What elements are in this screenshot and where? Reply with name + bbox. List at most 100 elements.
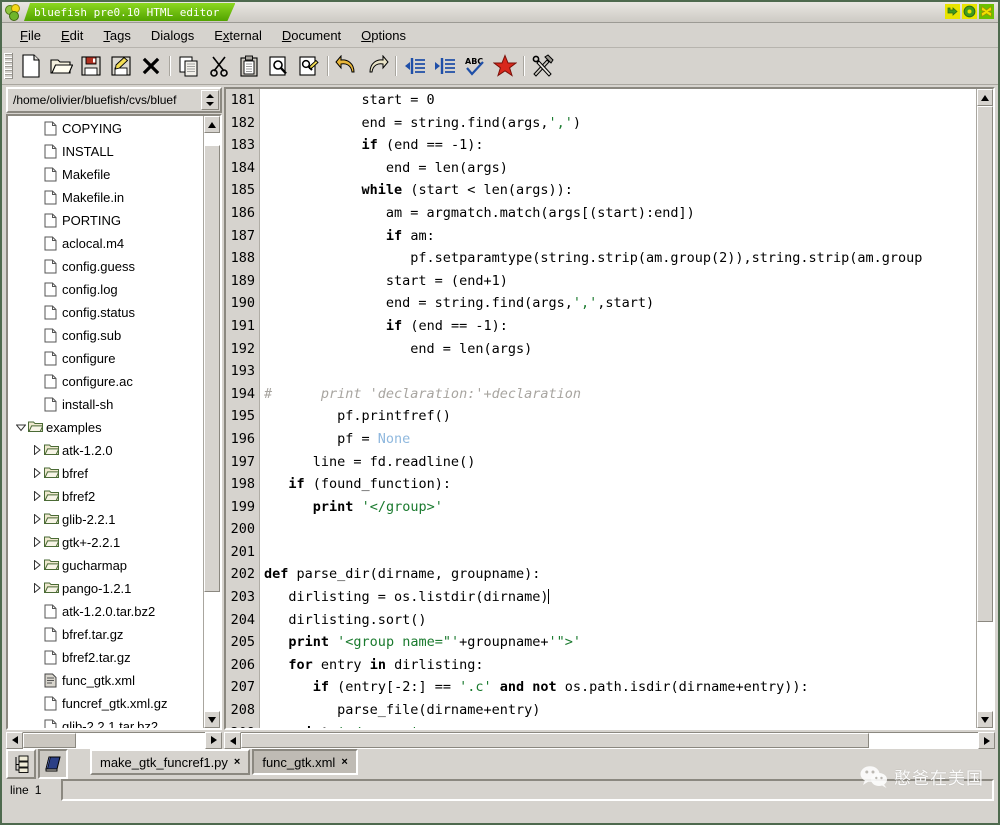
- tree-expander-closed-icon[interactable]: [30, 466, 44, 481]
- tree-item[interactable]: gtk+-2.2.1: [8, 531, 203, 554]
- tree-hscroll-thumb[interactable]: [23, 733, 76, 748]
- editor-vscrollbar[interactable]: [976, 89, 993, 728]
- menu-document[interactable]: Document: [272, 26, 351, 45]
- close-tab-icon[interactable]: ×: [341, 756, 347, 768]
- menu-dialogs[interactable]: Dialogs: [141, 26, 204, 45]
- tree-item[interactable]: Makefile: [8, 163, 203, 186]
- reference-book-button[interactable]: [38, 749, 68, 779]
- file-tree[interactable]: COPYINGINSTALLMakefileMakefile.inPORTING…: [8, 116, 203, 728]
- tree-item[interactable]: aclocal.m4: [8, 232, 203, 255]
- toolbar-drag-handle[interactable]: [4, 53, 13, 79]
- tree-expander-closed-icon[interactable]: [30, 535, 44, 550]
- document-tab[interactable]: make_gtk_funcref1.py×: [90, 749, 250, 775]
- tree-item[interactable]: bfref2: [8, 485, 203, 508]
- tree-item[interactable]: examples: [8, 416, 203, 439]
- editor-scroll-thumb[interactable]: [977, 106, 993, 622]
- cut-scissors-icon[interactable]: [204, 51, 234, 81]
- paste-icon[interactable]: [234, 51, 264, 81]
- tree-item[interactable]: pango-1.2.1: [8, 577, 203, 600]
- indent-icon[interactable]: [430, 51, 460, 81]
- tree-hscroll-left-button[interactable]: [6, 732, 23, 749]
- tree-scroll-thumb[interactable]: [204, 145, 220, 592]
- close-button[interactable]: [979, 4, 994, 19]
- open-folder-icon[interactable]: [46, 51, 76, 81]
- save-as-icon[interactable]: [106, 51, 136, 81]
- menu-edit[interactable]: Edit: [51, 26, 93, 45]
- document-tab[interactable]: func_gtk.xml×: [252, 749, 357, 775]
- editor-hscroll-right-button[interactable]: [978, 732, 995, 749]
- tree-item[interactable]: configure: [8, 347, 203, 370]
- file-tree-button[interactable]: [6, 749, 36, 779]
- tree-item[interactable]: PORTING: [8, 209, 203, 232]
- tree-item[interactable]: glib-2.2.1.tar.bz2: [8, 715, 203, 728]
- tree-item[interactable]: glib-2.2.1: [8, 508, 203, 531]
- tree-hscroll-right-button[interactable]: [205, 732, 222, 749]
- tree-scroll-down-button[interactable]: [204, 711, 220, 728]
- tree-item[interactable]: INSTALL: [8, 140, 203, 163]
- undo-arrow-icon[interactable]: [332, 51, 362, 81]
- tree-item[interactable]: func_gtk.xml: [8, 669, 203, 692]
- menu-external[interactable]: External: [204, 26, 272, 45]
- menu-file[interactable]: File: [10, 26, 51, 45]
- menu-options[interactable]: Options: [351, 26, 416, 45]
- path-combo[interactable]: /home/olivier/bluefish/cvs/bluef: [6, 87, 222, 113]
- tree-item[interactable]: configure.ac: [8, 370, 203, 393]
- tree-item[interactable]: config.guess: [8, 255, 203, 278]
- code-token: [264, 476, 288, 492]
- tree-hscrollbar[interactable]: [6, 731, 222, 749]
- spellcheck-abc-icon[interactable]: ABC: [460, 51, 490, 81]
- copy-icon[interactable]: [174, 51, 204, 81]
- code-text-area[interactable]: start = 0 end = string.find(args,',') if…: [260, 89, 976, 728]
- tree-item[interactable]: funcref_gtk.xml.gz: [8, 692, 203, 715]
- unindent-icon[interactable]: [400, 51, 430, 81]
- close-file-icon[interactable]: [136, 51, 166, 81]
- tree-scroll-up-button[interactable]: [204, 116, 220, 133]
- tree-item[interactable]: atk-1.2.0: [8, 439, 203, 462]
- bookmark-star-icon[interactable]: [490, 51, 520, 81]
- editor-scroll-track[interactable]: [977, 106, 993, 711]
- tree-hscroll-track[interactable]: [23, 732, 205, 749]
- tree-item[interactable]: bfref2.tar.gz: [8, 646, 203, 669]
- save-icon[interactable]: [76, 51, 106, 81]
- tree-expander-closed-icon[interactable]: [30, 512, 44, 527]
- editor-hscrollbar[interactable]: [224, 732, 995, 749]
- tree-expander-open-icon[interactable]: [14, 420, 28, 435]
- search-icon[interactable]: [264, 51, 294, 81]
- tree-item[interactable]: config.log: [8, 278, 203, 301]
- path-spinner[interactable]: [201, 90, 219, 110]
- tree-vscrollbar[interactable]: [203, 116, 220, 728]
- tree-item[interactable]: gucharmap: [8, 554, 203, 577]
- find-replace-icon[interactable]: [294, 51, 324, 81]
- editor-hscroll-thumb[interactable]: [241, 733, 869, 748]
- line-number: 199: [226, 496, 255, 519]
- tree-expander-closed-icon[interactable]: [30, 558, 44, 573]
- editor-hscroll-track[interactable]: [241, 732, 978, 749]
- tree-item[interactable]: atk-1.2.0.tar.bz2: [8, 600, 203, 623]
- code-token: for: [288, 657, 312, 673]
- preferences-tools-icon[interactable]: [528, 51, 558, 81]
- menu-tags[interactable]: Tags: [93, 26, 140, 45]
- new-file-icon[interactable]: [16, 51, 46, 81]
- tree-item[interactable]: COPYING: [8, 117, 203, 140]
- minimize-button[interactable]: [945, 4, 960, 19]
- tree-item[interactable]: config.status: [8, 301, 203, 324]
- tree-expander-closed-icon[interactable]: [30, 443, 44, 458]
- maximize-button[interactable]: [962, 4, 977, 19]
- tree-item[interactable]: config.sub: [8, 324, 203, 347]
- tree-expander-closed-icon[interactable]: [30, 581, 44, 596]
- tree-item[interactable]: bfref.tar.gz: [8, 623, 203, 646]
- tree-expander-closed-icon[interactable]: [30, 489, 44, 504]
- tree-item[interactable]: bfref: [8, 462, 203, 485]
- code-line: print '</group>': [264, 496, 976, 519]
- editor-scroll-down-button[interactable]: [977, 711, 993, 728]
- tree-scroll-track[interactable]: [204, 133, 220, 711]
- tree-item-label: aclocal.m4: [62, 236, 124, 251]
- code-token: entry: [313, 657, 370, 673]
- editor-hscroll-left-button[interactable]: [224, 732, 241, 749]
- redo-arrow-icon[interactable]: [362, 51, 392, 81]
- close-tab-icon[interactable]: ×: [234, 756, 240, 768]
- editor-scroll-up-button[interactable]: [977, 89, 993, 106]
- tree-item[interactable]: install-sh: [8, 393, 203, 416]
- document-tabs[interactable]: make_gtk_funcref1.py×func_gtk.xml×: [90, 749, 360, 775]
- tree-item[interactable]: Makefile.in: [8, 186, 203, 209]
